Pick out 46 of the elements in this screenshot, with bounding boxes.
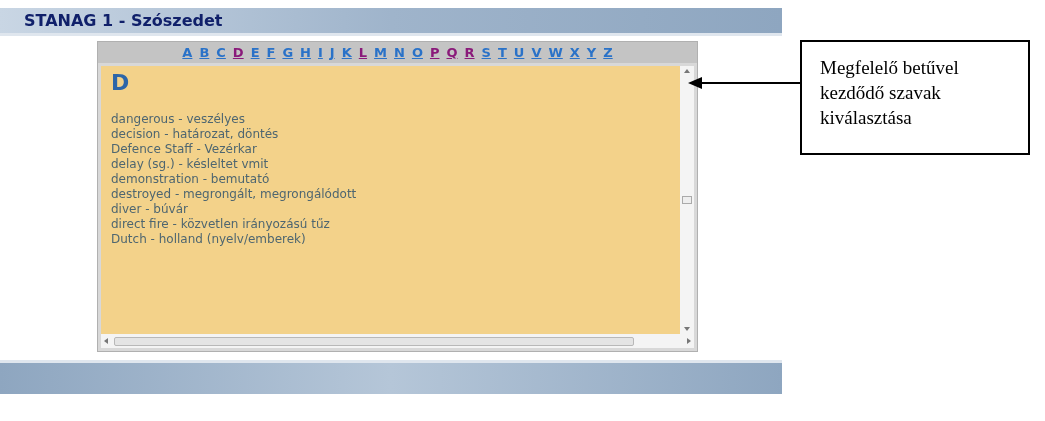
glossary-entry: dangerous - veszélyes bbox=[111, 112, 246, 127]
glossary-entry: direct fire - közvetlen irányozású tűz bbox=[111, 217, 331, 232]
letter-link[interactable]: G bbox=[282, 45, 294, 61]
letter-heading: D bbox=[111, 69, 131, 97]
letter-link[interactable]: N bbox=[394, 45, 405, 61]
glossary-entry: destroyed - megrongált, megrongálódott bbox=[111, 187, 358, 202]
glossary-entry: demonstration - bemutató bbox=[111, 172, 271, 187]
letter-link[interactable]: U bbox=[513, 45, 525, 61]
scroll-right-icon[interactable] bbox=[687, 338, 691, 344]
letter-link[interactable]: D bbox=[232, 45, 244, 61]
scroll-left-icon[interactable] bbox=[104, 338, 108, 344]
letter-link[interactable]: S bbox=[481, 45, 491, 61]
letter-link[interactable]: C bbox=[216, 45, 226, 61]
letter-link[interactable]: W bbox=[548, 45, 563, 61]
letter-link[interactable]: B bbox=[199, 45, 210, 61]
letter-link[interactable]: H bbox=[300, 45, 311, 61]
letter-link[interactable]: A bbox=[182, 45, 193, 61]
letter-link[interactable]: X bbox=[569, 45, 580, 61]
letter-link[interactable]: L bbox=[358, 45, 368, 61]
horizontal-scrollbar[interactable] bbox=[101, 334, 694, 348]
page-title: STANAG 1 - Szószedet bbox=[24, 9, 223, 32]
letter-link[interactable]: T bbox=[497, 45, 507, 61]
callout-text: Megfelelő betűvel kezdődő szavak kiválasztása bbox=[820, 57, 959, 128]
letter-link[interactable]: Q bbox=[446, 45, 458, 61]
letter-link[interactable]: F bbox=[266, 45, 276, 61]
glossary-entry: Defence Staff - Vezérkar bbox=[111, 142, 258, 157]
glossary-entry: decision - határozat, döntés bbox=[111, 127, 280, 142]
scroll-thumb[interactable] bbox=[114, 336, 634, 346]
glossary-entry: delay (sg.) - késleltet vmit bbox=[111, 157, 270, 172]
scroll-up-icon[interactable] bbox=[684, 69, 690, 73]
vertical-scrollbar[interactable] bbox=[680, 66, 694, 334]
glossary-entry: Dutch - holland (nyelv/emberek) bbox=[111, 232, 307, 247]
letter-link[interactable]: J bbox=[329, 45, 335, 61]
letter-link[interactable]: I bbox=[318, 45, 323, 61]
letter-link[interactable]: K bbox=[341, 45, 352, 61]
letter-link[interactable]: E bbox=[250, 45, 260, 61]
letter-link[interactable]: M bbox=[374, 45, 387, 61]
letter-link[interactable]: R bbox=[464, 45, 475, 61]
scroll-down-icon[interactable] bbox=[684, 327, 690, 331]
letter-link[interactable]: P bbox=[429, 45, 440, 61]
scroll-thumb-icon[interactable] bbox=[682, 196, 692, 204]
letter-link[interactable]: Z bbox=[603, 45, 613, 61]
glossary-entry: diver - búvár bbox=[111, 202, 189, 217]
letter-link[interactable]: O bbox=[411, 45, 423, 61]
letter-link[interactable]: V bbox=[531, 45, 542, 61]
letter-link[interactable]: Y bbox=[586, 45, 597, 61]
